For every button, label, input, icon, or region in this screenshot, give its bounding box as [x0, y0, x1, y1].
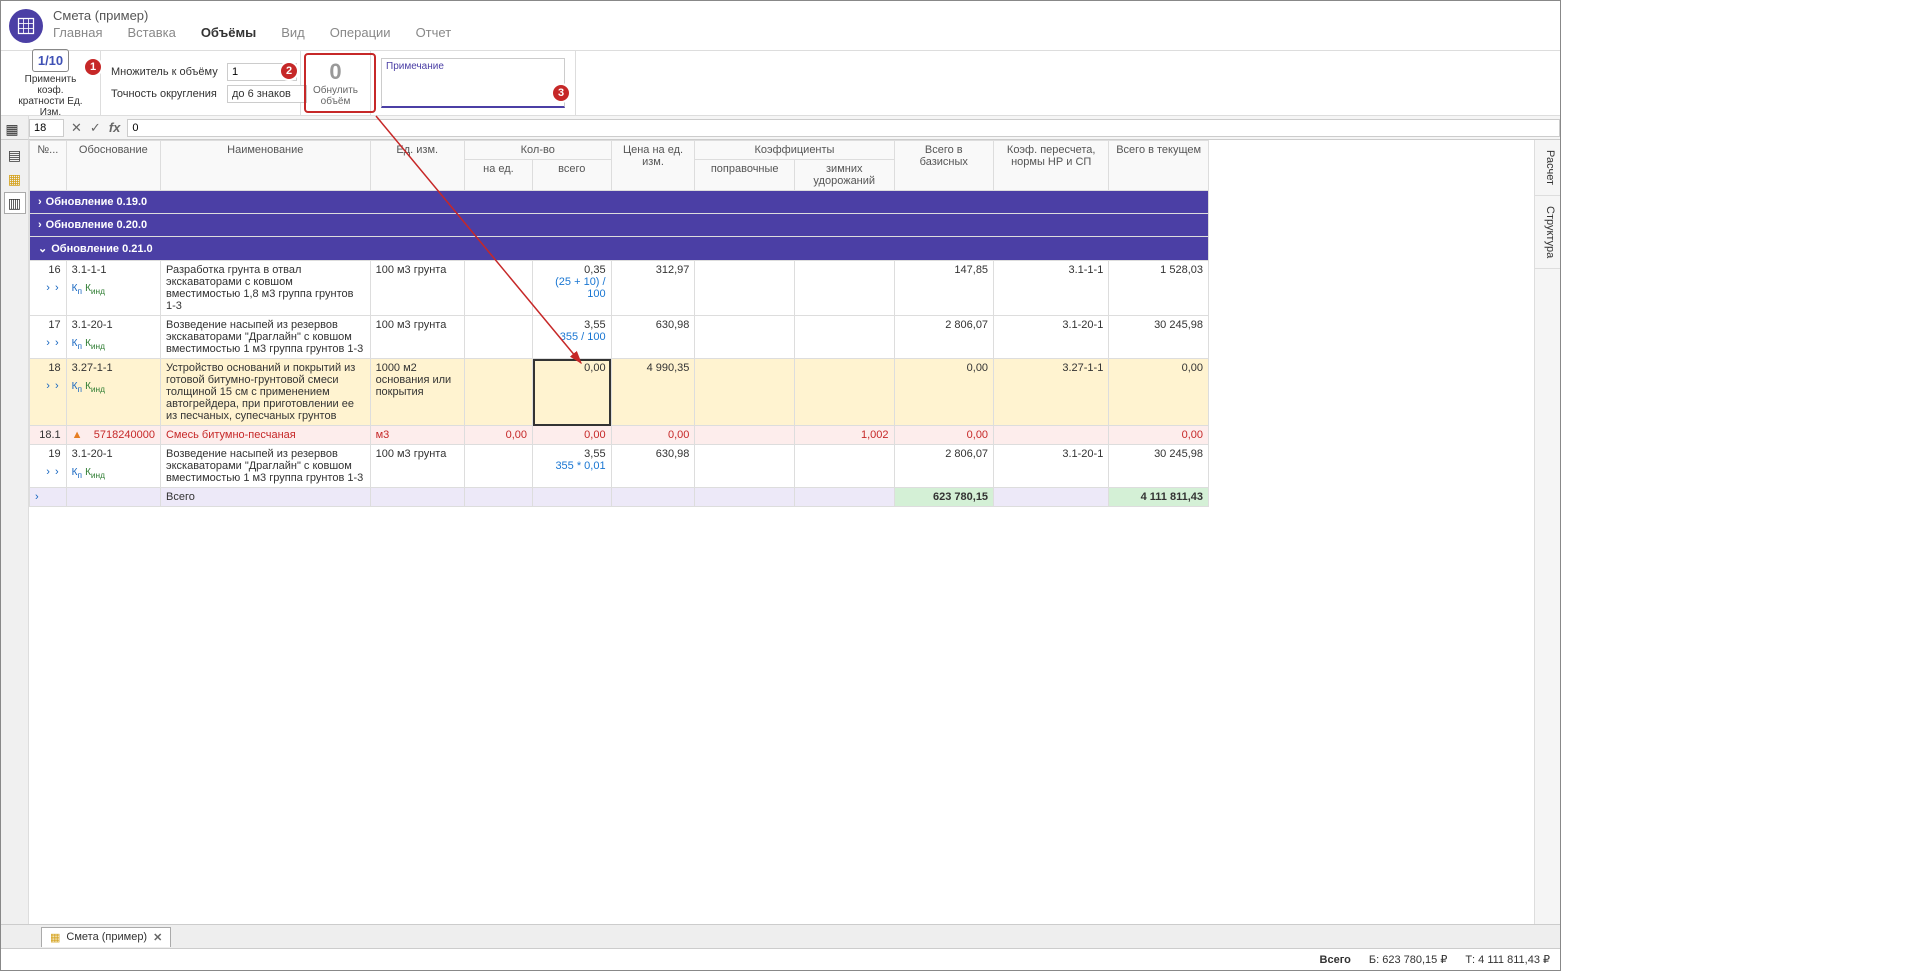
grid-area[interactable]: №... Обоснование Наименование Ед. изм. К…	[29, 140, 1534, 924]
col-name[interactable]: Наименование	[160, 141, 370, 191]
group-row[interactable]: ⌄Обновление 0.21.0	[30, 237, 1209, 261]
status-label: Всего	[1320, 954, 1351, 966]
col-qty-total[interactable]: всего	[533, 160, 612, 191]
zero-icon: 0	[329, 59, 341, 85]
doc-tab-label: Смета (пример)	[66, 931, 147, 943]
main-tabs: Главная Вставка Объёмы Вид Операции Отчет	[53, 25, 451, 43]
formula-bar: ✕ ✓ fx	[29, 116, 1560, 140]
cell-reference-input[interactable]	[29, 119, 64, 137]
main-tab-3[interactable]: Вид	[281, 25, 305, 43]
app-icon	[9, 9, 43, 43]
main-tab-0[interactable]: Главная	[53, 25, 102, 43]
table-row[interactable]: 16› ›3.1-1-1Кп КиндРазработка грунта в о…	[30, 261, 1209, 316]
col-num[interactable]: №...	[30, 141, 67, 191]
col-recalc[interactable]: Коэф. пересчета, нормы НР и СП	[994, 141, 1109, 191]
status-bar: Всего Б: 623 780,15 ₽ Т: 4 111 811,43 ₽	[1, 948, 1560, 970]
annotation-badge-1: 1	[83, 57, 103, 77]
view-mode-1-icon[interactable]: ▤	[4, 144, 26, 166]
status-base: Б: 623 780,15 ₽	[1369, 953, 1447, 966]
col-coef-winter[interactable]: зимних удорожаний	[794, 160, 894, 191]
zero-volume-button[interactable]: 0 Обнулитьобъём	[305, 55, 366, 111]
apply-coef-button[interactable]: 1/10 Применить коэф. кратности Ед. Изм.	[11, 47, 90, 120]
col-price[interactable]: Цена на ед. изм.	[611, 141, 695, 191]
annotation-badge-2: 2	[279, 61, 299, 81]
header: Смета (пример) Главная Вставка Объёмы Вид Оп…	[1, 1, 1560, 51]
estimate-grid: №... Обоснование Наименование Ед. изм. К…	[29, 140, 1209, 507]
col-unit[interactable]: Ед. изм.	[370, 141, 464, 191]
view-mode-2-icon[interactable]: ▦	[4, 168, 26, 190]
main-tab-5[interactable]: Отчет	[416, 25, 452, 43]
bottom-tabs: ▦ Смета (пример) ✕	[1, 924, 1560, 948]
precision-label: Точность округления	[111, 88, 221, 100]
table-row[interactable]: 17› ›3.1-20-1Кп КиндВозведение насыпей и…	[30, 316, 1209, 359]
table-row[interactable]: 18› ›3.27-1-1Кп КиндУстройство оснований…	[30, 359, 1209, 426]
main-tab-1[interactable]: Вставка	[127, 25, 175, 43]
status-curr: Т: 4 111 811,43 ₽	[1465, 953, 1550, 966]
col-qty-per[interactable]: на ед.	[464, 160, 532, 191]
main-tab-2[interactable]: Объёмы	[201, 25, 256, 43]
group-row[interactable]: ›Обновление 0.20.0	[30, 214, 1209, 237]
total-row: ›Всего623 780,154 111 811,43	[30, 488, 1209, 507]
ratio-icon: 1/10	[32, 49, 69, 72]
fx-icon[interactable]: fx	[106, 120, 124, 136]
main-tab-4[interactable]: Операции	[330, 25, 391, 43]
doc-title: Смета (пример)	[53, 8, 451, 23]
table-row[interactable]: 19› ›3.1-20-1Кп КиндВозведение насыпей и…	[30, 445, 1209, 488]
table-row[interactable]: 18.1▲ 5718240000Смесь битумно-песчанаям3…	[30, 426, 1209, 445]
col-basis[interactable]: Обоснование	[66, 141, 160, 191]
right-tab-calc[interactable]: Расчет	[1535, 140, 1560, 196]
col-total-base[interactable]: Всего в базисных	[894, 141, 994, 191]
doc-tab-icon: ▦	[50, 931, 60, 944]
view-mode-3-icon[interactable]: ▥	[4, 192, 26, 214]
precision-select[interactable]: до 6 знаков	[227, 85, 307, 103]
accept-formula-icon[interactable]: ✓	[87, 120, 104, 136]
col-qty-group[interactable]: Кол-во	[464, 141, 611, 160]
ribbon: 1/10 Применить коэф. кратности Ед. Изм. …	[1, 51, 1560, 116]
panel-toggle-icon[interactable]: ▦	[1, 119, 23, 141]
multiplier-label: Множитель к объёму	[111, 66, 221, 78]
formula-input[interactable]	[127, 119, 1560, 137]
annotation-badge-3: 3	[551, 83, 571, 103]
right-sidebar: Расчет Структура	[1534, 140, 1560, 924]
col-total-curr[interactable]: Всего в текущем	[1109, 141, 1209, 191]
group-row[interactable]: ›Обновление 0.19.0	[30, 191, 1209, 214]
left-sidebar: ▤ ▦ ▥	[1, 140, 29, 924]
col-coef-group[interactable]: Коэффициенты	[695, 141, 894, 160]
col-coef-corr[interactable]: поправочные	[695, 160, 795, 191]
right-tab-structure[interactable]: Структура	[1535, 196, 1560, 269]
close-tab-icon[interactable]: ✕	[153, 931, 162, 944]
note-field[interactable]: Примечание	[381, 58, 565, 108]
doc-tab[interactable]: ▦ Смета (пример) ✕	[41, 927, 171, 947]
cancel-formula-icon[interactable]: ✕	[68, 120, 85, 136]
